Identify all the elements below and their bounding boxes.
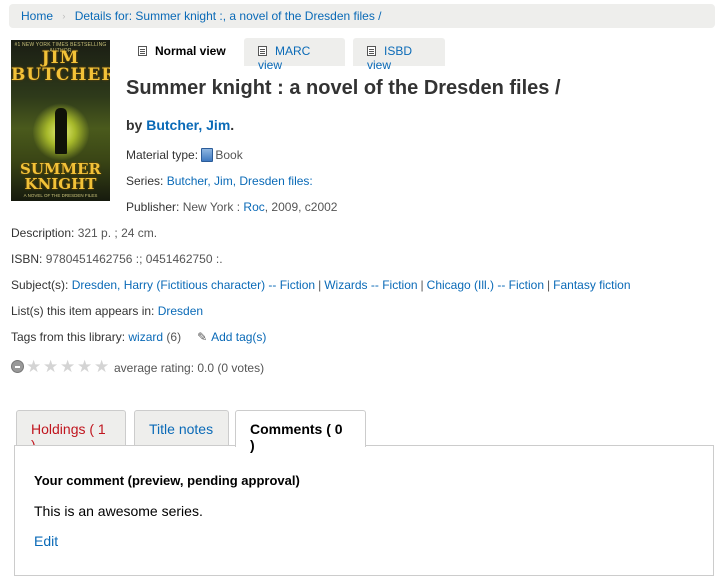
edit-comment-link[interactable]: Edit [34,533,58,549]
book-cover-image[interactable]: #1 NEW YORK TIMES BESTSELLING AUTHOR JIM… [11,40,110,201]
tags-row: Tags from this library: wizard (6) ✎ Add t… [11,330,266,344]
tab-marc-view[interactable]: MARC view [244,38,345,72]
record-title: Summer knight : a novel of the Dresden f… [126,77,561,99]
star-icon[interactable]: ★ [94,358,109,375]
breadcrumb-current-link[interactable]: Details for: Summer knight :, a novel of… [75,9,382,23]
add-tag-link[interactable]: Add tag(s) [211,330,266,344]
material-type-row: Material type: Book [126,148,243,162]
subjects-row: Subject(s): Dresden, Harry (Fictitious c… [11,278,631,292]
subjects-label: Subject(s): [11,278,72,292]
tab-isbd-view[interactable]: ISBD view [353,38,445,72]
comment-text: This is an awesome series. [34,503,203,519]
subject-link[interactable]: Dresden, Harry (Fictitious character) --… [72,278,315,292]
tag-link[interactable]: wizard [128,330,163,344]
tab-normal-view[interactable]: Normal view [124,38,236,66]
star-icon[interactable]: ★ [77,358,92,375]
publisher-label: Publisher: [126,200,183,214]
tab-comments[interactable]: Comments ( 0 ) [235,410,366,453]
rating-text: average rating: 0.0 (0 votes) [114,361,265,375]
subject-link[interactable]: Chicago (Ill.) -- Fiction [427,278,544,292]
cover-figure [55,108,67,154]
star-icon[interactable]: ★ [60,358,75,375]
marc-view-icon [258,46,267,56]
isbn-value: 9780451462756 :; 0451462750 :. [45,252,223,266]
series-label: Series: [126,174,167,188]
isbd-view-icon [367,46,376,56]
pencil-icon: ✎ [197,330,208,344]
subject-separator: | [420,278,424,292]
cover-title: SUMMER KNIGHT [11,162,110,192]
byline: by Butcher, Jim. [126,117,234,133]
series-link[interactable]: Butcher, Jim, Dresden files: [167,174,313,188]
description-label: Description: [11,226,78,240]
normal-view-icon [138,46,147,56]
publisher-year: , 2009, c2002 [264,200,338,214]
cover-subtitle: A NOVEL OF THE DRESDEN FILES [23,193,98,198]
by-prefix: by [126,117,147,133]
subject-separator: | [318,278,322,292]
tab-holdings[interactable]: Holdings ( 1 ) [16,410,126,453]
lists-label: List(s) this item appears in: [11,304,158,318]
cover-title-line2: KNIGHT [24,175,97,193]
description-value: 321 p. ; 24 cm. [77,226,158,240]
breadcrumb-separator-icon: › [62,11,66,21]
comments-panel: Your comment (preview, pending approval)… [14,445,714,576]
tab-title-notes[interactable]: Title notes [134,410,229,446]
lists-row: List(s) this item appears in: Dresden [11,304,203,318]
material-type-label: Material type: [126,148,202,162]
list-link[interactable]: Dresden [158,304,203,318]
publisher-link[interactable]: Roc [243,200,264,214]
comment-heading: Your comment (preview, pending approval) [34,473,300,488]
description-row: Description: 321 p. ; 24 cm. [11,226,157,240]
star-icon[interactable]: ★ [26,358,41,375]
tags-label: Tags from this library: [11,330,129,344]
tab-normal-view-label: Normal view [155,44,226,58]
author-suffix: . [230,117,235,133]
publisher-row: Publisher: New York : Roc, 2009, c2002 [126,200,337,214]
subject-link[interactable]: Wizards -- Fiction [324,278,417,292]
isbn-label: ISBN: [11,252,46,266]
publisher-place: New York : [182,200,244,214]
cover-author: JIM BUTCHER [11,50,110,84]
star-icon[interactable]: ★ [43,358,58,375]
series-row: Series: Butcher, Jim, Dresden files: [126,174,313,188]
tag-count: (6) [163,330,182,344]
isbn-row: ISBN: 9780451462756 :; 0451462750 :. [11,252,223,266]
subject-link[interactable]: Fantasy fiction [553,278,630,292]
cover-author-last: BUTCHER [11,65,110,85]
author-link[interactable]: Butcher, Jim [146,117,230,133]
breadcrumb: Home › Details for: Summer knight :, a n… [9,4,715,28]
book-icon [201,148,214,162]
cancel-rating-icon[interactable] [11,360,24,373]
subject-separator: | [547,278,551,292]
material-type-value: Book [215,148,243,162]
breadcrumb-home-link[interactable]: Home [21,9,53,23]
